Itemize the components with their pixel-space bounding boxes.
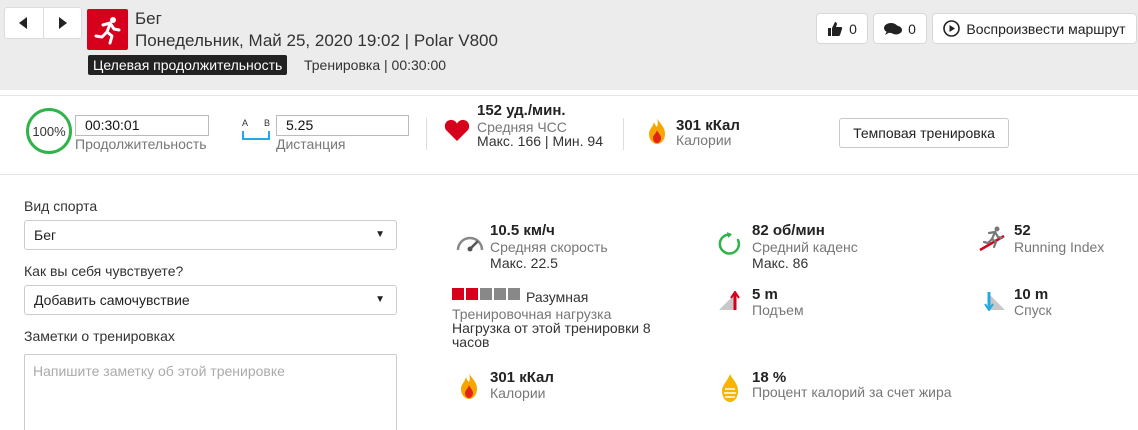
- comment-count: 0: [908, 20, 916, 37]
- max-speed: Макс. 22.5: [490, 255, 558, 271]
- heart-rate-min-max: Макс. 166 | Мин. 94: [477, 133, 604, 149]
- like-count: 0: [849, 20, 857, 37]
- running-index-label: Running Index: [1014, 239, 1105, 255]
- training-load-square: [494, 288, 506, 300]
- fat-burn-icon: [722, 374, 738, 402]
- exercise-subtitle: Понедельник, Май 25, 2020 19:02 | Polar …: [135, 31, 498, 50]
- running-index-icon: [979, 226, 1005, 252]
- prev-button[interactable]: [5, 8, 43, 38]
- feeling-select[interactable]: Добавить самочувствие ▼: [24, 285, 397, 315]
- cadence-icon: [718, 232, 741, 255]
- speedometer-icon: [456, 236, 484, 252]
- sport-select-value: Бег: [34, 227, 57, 243]
- distance-field[interactable]: 5.25: [276, 115, 409, 136]
- distance-icon-b: B: [263, 118, 270, 128]
- flame-icon: [461, 373, 477, 399]
- training-load-square: [466, 288, 478, 300]
- ascent-label: Подъем: [752, 302, 804, 318]
- avg-speed-value: 10.5 км/ч: [490, 222, 555, 239]
- thumbs-up-icon: [828, 21, 843, 36]
- ascent-icon: [719, 291, 740, 310]
- training-load-recovery: Нагрузка от этой тренировки 8 часов: [452, 320, 651, 350]
- notes-textarea[interactable]: [24, 354, 397, 430]
- caret-down-icon: ▼: [375, 229, 385, 240]
- replay-label: Воспроизвести маршрут: [966, 20, 1126, 37]
- exercise-title: Бег: [135, 9, 162, 28]
- running-index-value: 52: [1014, 222, 1031, 239]
- avg-speed-label: Средняя скорость: [490, 239, 608, 255]
- running-icon: [94, 16, 120, 44]
- comment-button[interactable]: 0: [873, 13, 927, 44]
- feeling-label: Как вы себя чувствуете?: [24, 263, 184, 279]
- target-tag[interactable]: Целевая продолжительность: [88, 55, 288, 75]
- like-button[interactable]: 0: [816, 13, 868, 44]
- distance-icon: A B: [242, 118, 272, 146]
- distance-label: Дистанция: [276, 136, 346, 152]
- feeling-select-value: Добавить самочувствие: [34, 292, 190, 308]
- summary-divider: [426, 118, 427, 150]
- sport-badge: [87, 9, 128, 50]
- distance-icon-a: A: [242, 118, 249, 128]
- calories-label: Калории: [676, 132, 732, 148]
- notes-label: Заметки о тренировках: [24, 328, 175, 344]
- nav-group: [4, 7, 82, 39]
- target-info: Тренировка | 00:30:00: [304, 57, 447, 73]
- training-load-bars: [452, 288, 520, 300]
- max-cadence: Макс. 86: [752, 255, 809, 271]
- metrics-calories-label: Калории: [490, 385, 546, 401]
- avg-cadence-value: 82 об/мин: [752, 222, 825, 239]
- training-load-square: [452, 288, 464, 300]
- chevron-left-icon: [18, 17, 27, 29]
- training-load-level: Разумная: [526, 289, 589, 305]
- training-load-square: [508, 288, 520, 300]
- replay-route-button[interactable]: Воспроизвести маршрут: [932, 13, 1137, 44]
- comment-icon: [884, 22, 903, 35]
- summary-divider: [623, 118, 624, 150]
- metrics-calories-value: 301 кКал: [490, 369, 554, 386]
- fat-percent-label: Процент калорий за счет жира: [752, 384, 952, 400]
- target-progress-value: 100%: [32, 123, 66, 139]
- duration-field[interactable]: 00:30:01: [75, 115, 209, 136]
- duration-label: Продолжительность: [75, 136, 207, 152]
- caret-down-icon: ▼: [375, 294, 385, 305]
- avg-cadence-label: Средний каденс: [752, 239, 858, 255]
- ascent-value: 5 m: [752, 286, 778, 303]
- flame-icon: [649, 118, 665, 144]
- training-load-square: [480, 288, 492, 300]
- tempo-training-button[interactable]: Темповая тренировка: [839, 118, 1009, 148]
- sport-select[interactable]: Бег ▼: [24, 220, 397, 250]
- sport-label: Вид спорта: [24, 198, 98, 214]
- target-progress-ring: 100%: [26, 108, 72, 154]
- descent-label: Спуск: [1014, 302, 1052, 318]
- avg-heart-rate-value: 152 уд./мин.: [477, 102, 566, 119]
- play-icon: [943, 20, 961, 37]
- next-button[interactable]: [43, 8, 81, 38]
- descent-value: 10 m: [1014, 286, 1049, 303]
- descent-icon: [984, 292, 1005, 311]
- chevron-right-icon: [59, 17, 68, 29]
- heart-icon: [444, 119, 470, 141]
